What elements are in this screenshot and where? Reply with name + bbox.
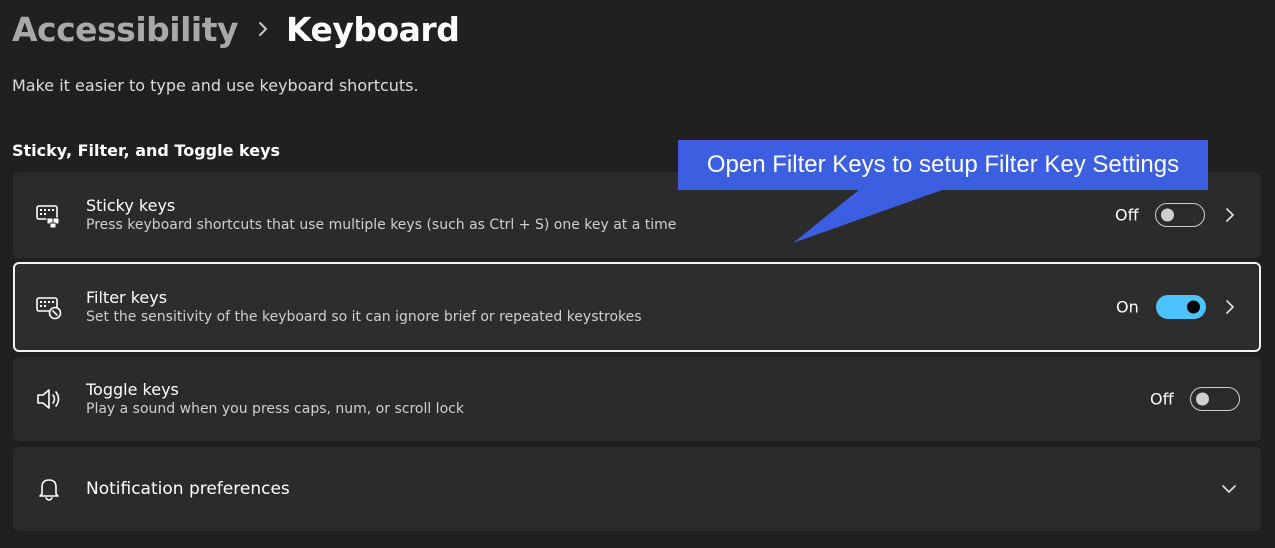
toggle-knob bbox=[1196, 392, 1209, 406]
toggle-knob bbox=[1187, 300, 1200, 314]
notification-preferences-card[interactable]: Notification preferences bbox=[13, 447, 1261, 531]
toggle-keys-text: Toggle keys Play a sound when you press … bbox=[86, 379, 464, 419]
filter-keys-title: Filter keys bbox=[86, 288, 168, 307]
toggle-keys-state-label: Off bbox=[1150, 389, 1174, 409]
sticky-keys-subtitle: Press keyboard shortcuts that use multip… bbox=[86, 217, 677, 233]
toggle-keys-title: Toggle keys bbox=[86, 380, 179, 399]
breadcrumb-chevron-icon bbox=[258, 21, 268, 37]
chevron-right-icon[interactable] bbox=[1223, 208, 1237, 222]
page-description: Make it easier to type and use keyboard … bbox=[12, 76, 419, 95]
toggle-keys-toggle[interactable] bbox=[1190, 387, 1240, 411]
breadcrumb-accessibility-link[interactable]: Accessibility bbox=[12, 10, 238, 49]
filter-keys-text: Filter keys Set the sensitivity of the k… bbox=[86, 287, 642, 327]
filter-keys-icon bbox=[35, 293, 63, 321]
breadcrumb: Accessibility Keyboard bbox=[12, 6, 460, 52]
toggle-knob bbox=[1161, 208, 1174, 222]
filter-keys-toggle[interactable] bbox=[1156, 295, 1206, 319]
toggle-keys-card[interactable]: Toggle keys Play a sound when you press … bbox=[13, 357, 1261, 441]
speaker-icon bbox=[35, 385, 63, 413]
sticky-keys-icon bbox=[35, 201, 63, 229]
page-title: Keyboard bbox=[285, 9, 460, 49]
bell-icon bbox=[35, 475, 63, 503]
notification-preferences-title: Notification preferences bbox=[86, 479, 290, 499]
sticky-keys-text: Sticky keys Press keyboard shortcuts tha… bbox=[86, 195, 676, 235]
filter-keys-subtitle: Set the sensitivity of the keyboard so i… bbox=[86, 309, 642, 325]
toggle-keys-subtitle: Play a sound when you press caps, num, o… bbox=[86, 401, 464, 417]
callout-text: Open Filter Keys to setup Filter Key Set… bbox=[706, 151, 1180, 178]
filter-keys-card[interactable]: Filter keys Set the sensitivity of the k… bbox=[13, 262, 1261, 352]
keyboard-settings-page: Accessibility Keyboard Make it easier to… bbox=[0, 0, 1275, 548]
chevron-right-icon[interactable] bbox=[1223, 300, 1237, 314]
section-title: Sticky, Filter, and Toggle keys bbox=[12, 141, 281, 160]
chevron-down-icon[interactable] bbox=[1222, 482, 1236, 496]
sticky-keys-toggle[interactable] bbox=[1155, 203, 1205, 227]
notification-preferences-text: Notification preferences bbox=[86, 479, 290, 499]
sticky-keys-title: Sticky keys bbox=[86, 196, 176, 215]
sticky-keys-state-label: Off bbox=[1115, 205, 1139, 225]
filter-keys-state-label: On bbox=[1116, 297, 1139, 317]
callout-annotation: Open Filter Keys to setup Filter Key Set… bbox=[678, 140, 1208, 190]
